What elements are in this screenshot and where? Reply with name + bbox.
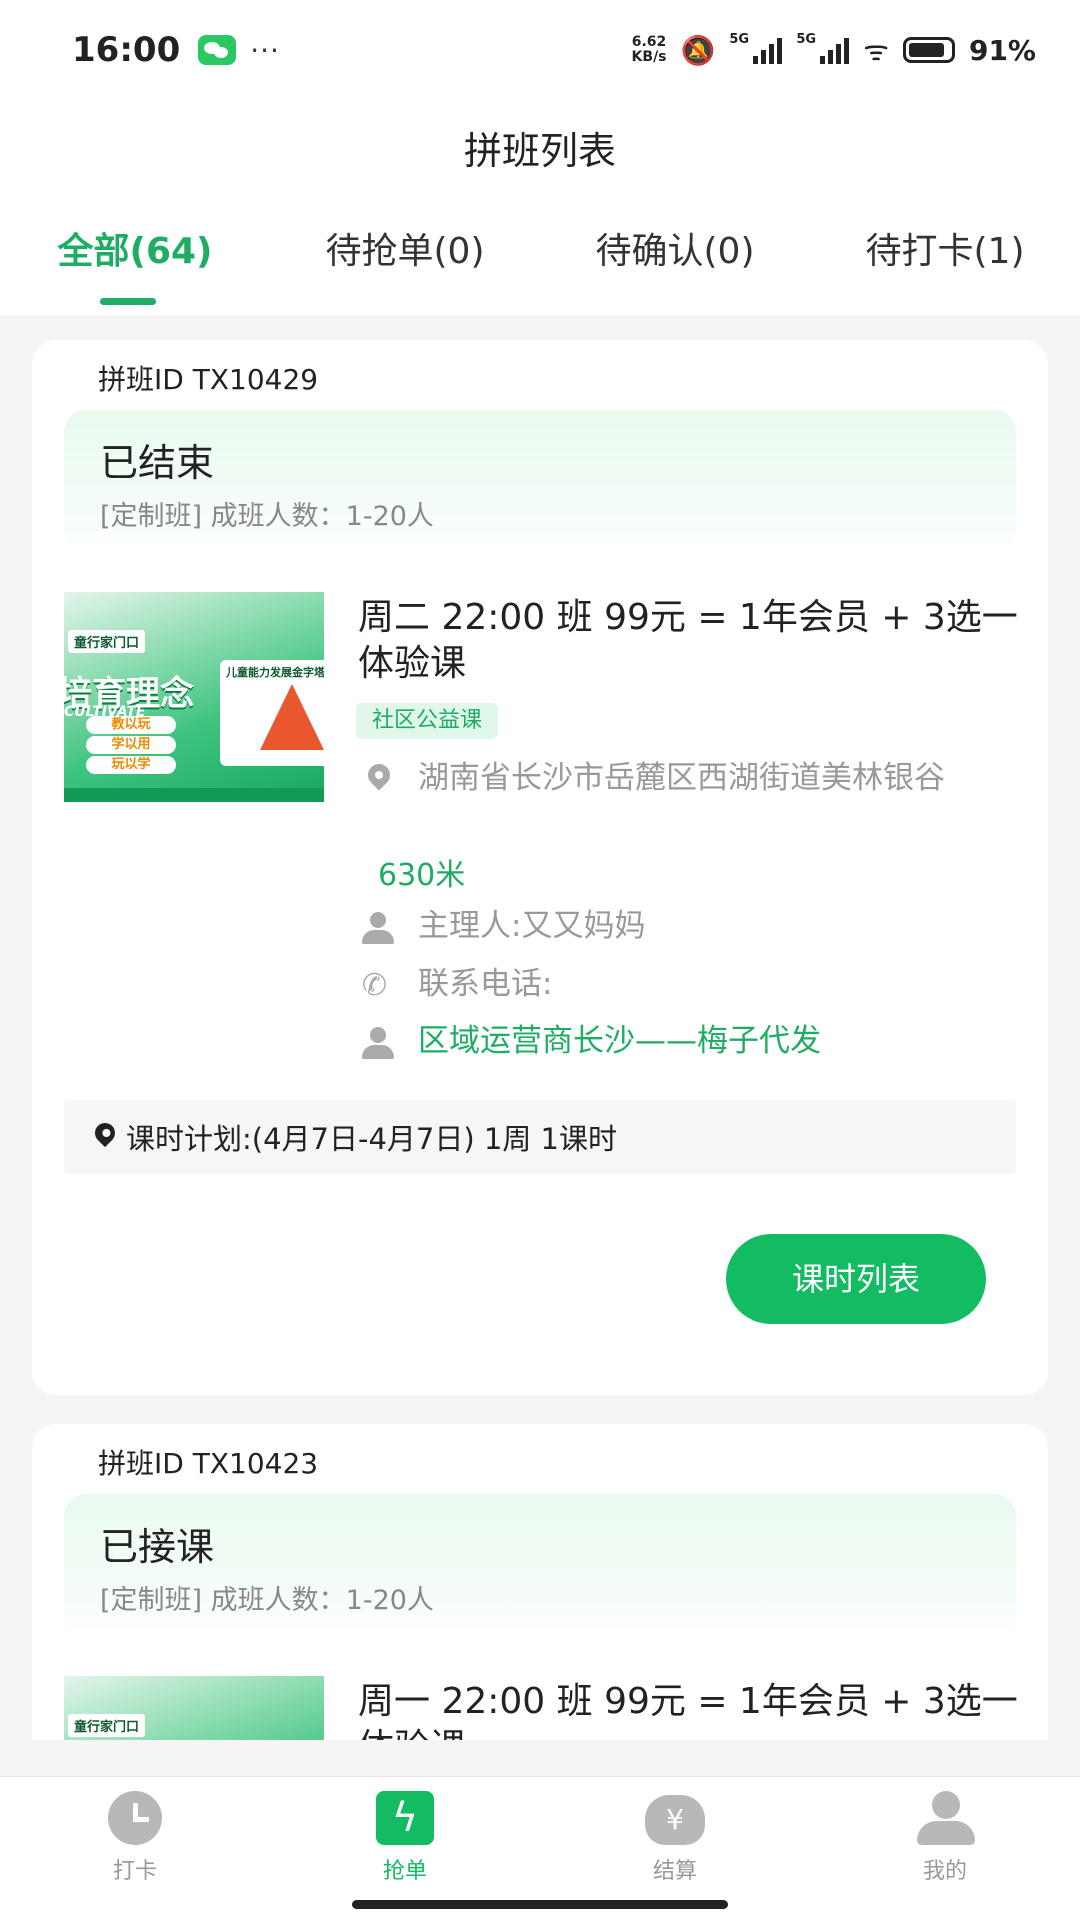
tab-pending-checkin[interactable]: 待打卡(1) <box>810 222 1080 302</box>
thumbnail-pill: 玩以学 <box>86 756 176 774</box>
person-icon <box>915 1791 975 1845</box>
status-time: 16:00 <box>72 30 181 70</box>
money-bag-icon: ¥ <box>645 1791 705 1845</box>
distance: 630米 <box>378 858 466 893</box>
network-speed-value: 6.62 <box>631 34 667 50</box>
class-card[interactable]: 拼班ID TX10423 已接课 [定制班] 成班人数：1-20人 童行家门口 … <box>32 1424 1048 1740</box>
operator-row[interactable]: 区域运营商长沙——梅子代发 <box>358 1021 998 1063</box>
home-indicator[interactable] <box>352 1900 728 1909</box>
wifi-icon: ᯤ <box>863 34 889 67</box>
status-box: 已接课 [定制班] 成班人数：1-20人 <box>64 1494 1016 1639</box>
signal-icon: 5G <box>729 32 783 64</box>
class-info: [定制班] 成班人数：1-20人 <box>100 1585 434 1616</box>
nav-item-grab-order[interactable]: ϟ 抢单 <box>270 1777 540 1920</box>
person-icon <box>358 908 398 948</box>
signal-icon: 5G <box>796 32 850 64</box>
signal-label: 5G <box>796 32 817 47</box>
thumbnail-pill: 学以用 <box>86 736 176 754</box>
location-pin-icon <box>90 1118 120 1153</box>
page-title: 拼班列表 <box>463 129 616 173</box>
phone-icon: ✆ <box>362 968 388 1003</box>
class-status: 已结束 <box>100 441 215 485</box>
organizer-text: 主理人:又又妈妈 <box>418 908 646 944</box>
class-info: [定制班] 成班人数：1-20人 <box>100 501 434 532</box>
class-status: 已接课 <box>100 1525 215 1569</box>
nav-item-checkin[interactable]: 打卡 <box>0 1777 270 1920</box>
clock-icon <box>105 1791 165 1845</box>
course-thumbnail[interactable]: 童行家门口 <box>64 1676 324 1740</box>
pyramid-graphic <box>260 684 324 750</box>
thumbnail-panel-title: 儿童能力发展金字塔 <box>226 666 324 679</box>
course-thumbnail[interactable]: 童行家门口 培育理念 CULTIVATE 教以玩 学以用 玩以学 儿童能力发展金… <box>64 592 324 802</box>
header: 拼班列表 全部(64) 待抢单(0) 待确认(0) 待打卡(1) <box>0 100 1080 315</box>
course-tag: 社区公益课 <box>356 703 499 739</box>
phone-text: 联系电话: <box>418 966 553 1002</box>
phone-row[interactable]: ✆ 联系电话: <box>358 964 998 1006</box>
nav-label: 我的 <box>922 1859 967 1884</box>
tab-pending-confirm[interactable]: 待确认(0) <box>540 222 810 302</box>
thumbnail-pill: 教以玩 <box>86 716 176 734</box>
nav-item-mine[interactable]: 我的 <box>810 1777 1080 1920</box>
tab-all[interactable]: 全部(64) <box>0 222 270 305</box>
organizer-row: 主理人:又又妈妈 <box>358 906 998 948</box>
mute-bell-icon: 🔕 <box>680 33 716 67</box>
person-icon <box>358 1023 398 1063</box>
course-list-button[interactable]: 课时列表 <box>726 1234 986 1324</box>
thumbnail-brand: 童行家门口 <box>68 630 146 653</box>
class-card[interactable]: 拼班ID TX10429 已结束 [定制班] 成班人数：1-20人 童行家门口 … <box>32 340 1048 1395</box>
tab-pending-grab[interactable]: 待抢单(0) <box>270 222 540 302</box>
status-box: 已结束 [定制班] 成班人数：1-20人 <box>64 410 1016 555</box>
network-speed-unit: KB/s <box>631 49 667 65</box>
lightning-icon: ϟ <box>375 1791 435 1845</box>
nav-label: 抢单 <box>382 1859 427 1884</box>
more-notifications-icon: ··· <box>250 33 280 67</box>
bottom-nav: 打卡 ϟ 抢单 ¥ 结算 我的 <box>0 1776 1080 1920</box>
nav-label: 打卡 <box>112 1859 157 1884</box>
network-speed: 6.62 KB/s <box>632 35 667 65</box>
nav-label: 结算 <box>652 1859 697 1884</box>
tab-bar: 全部(64) 待抢单(0) 待确认(0) 待打卡(1) <box>0 222 1080 305</box>
address-text: 湖南省长沙市岳麓区西湖街道美林银谷 <box>418 760 945 796</box>
location-pin-icon <box>358 759 398 800</box>
address-row[interactable]: 湖南省长沙市岳麓区西湖街道美林银谷 <box>358 758 998 800</box>
signal-label: 5G <box>729 32 750 47</box>
battery-icon <box>902 37 955 63</box>
course-title: 周一 22:00 班 99元 = 1年会员 + 3选一体验课 <box>358 1681 1018 1740</box>
class-id: 拼班ID TX10423 <box>98 1447 319 1480</box>
status-bar: 16:00 ··· 6.62 KB/s 🔕 5G 5G ᯤ 91% <box>0 0 1080 100</box>
nav-item-settlement[interactable]: ¥ 结算 <box>540 1777 810 1920</box>
course-plan: 课时计划:(4月7日-4月7日) 1周 1课时 <box>64 1100 1016 1174</box>
status-indicators: 6.62 KB/s 🔕 5G 5G ᯤ 91% <box>632 31 1036 69</box>
battery-percent: 91% <box>968 33 1036 67</box>
wechat-icon <box>198 35 237 65</box>
course-plan-text: 课时计划:(4月7日-4月7日) 1周 1课时 <box>126 1122 618 1156</box>
course-title: 周二 22:00 班 99元 = 1年会员 + 3选一体验课 <box>358 597 1018 684</box>
operator-text: 区域运营商长沙——梅子代发 <box>418 1023 821 1059</box>
class-id: 拼班ID TX10429 <box>98 363 319 396</box>
class-list[interactable]: 拼班ID TX10429 已结束 [定制班] 成班人数：1-20人 童行家门口 … <box>0 340 1080 1740</box>
thumbnail-panel: 儿童能力发展金字塔 <box>220 660 324 766</box>
thumbnail-brand: 童行家门口 <box>68 1714 146 1737</box>
